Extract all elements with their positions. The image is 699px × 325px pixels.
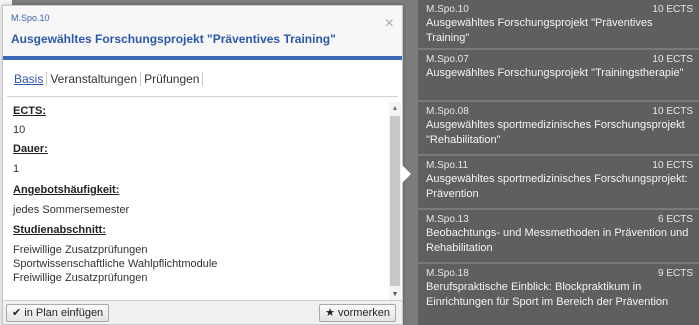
section-value: Sportwissenschaftliche Wahlpflichtmodule — [13, 258, 218, 270]
divider — [7, 96, 398, 97]
module-title: Ausgewähltes sportmedizinisches Forschun… — [426, 173, 688, 200]
module-item[interactable]: M.Spo.11 10 ECTS Ausgewähltes sportmediz… — [418, 156, 699, 208]
module-title: Ausgewähltes Forschungsprojekt "Präventi… — [11, 32, 336, 46]
section-label: Studienabschnitt: — [13, 224, 106, 236]
ects-label: ECTS: — [13, 105, 46, 117]
module-detail-popover: M.Spo.10 Ausgewähltes Forschungsprojekt … — [2, 5, 403, 325]
frequency-label: Angebotshäufigkeit: — [13, 184, 120, 196]
section-value: Freiwillige Zusatzprüfungen — [13, 244, 148, 256]
module-title: Berufspraktische Einblick: Blockpraktiku… — [426, 281, 669, 308]
module-item[interactable]: M.Spo.10 10 ECTS Ausgewähltes Forschungs… — [418, 0, 699, 48]
tab-basis[interactable]: Basis — [11, 72, 46, 86]
tab-bar: Basis Veranstaltungen Prüfungen — [11, 70, 204, 88]
scroll-down-icon[interactable]: ▼ — [389, 290, 401, 300]
module-ects: 9 ECTS — [657, 268, 693, 279]
check-icon: ✔ — [12, 307, 22, 319]
module-title: Ausgewähltes Forschungsprojekt "Präventi… — [426, 17, 653, 44]
tab-veranstaltungen[interactable]: Veranstaltungen — [46, 72, 141, 86]
scrollbar[interactable]: ▲ ▼ — [389, 102, 401, 302]
tab-pruefungen[interactable]: Prüfungen — [140, 72, 204, 86]
basis-content: ECTS: 10 Dauer: 1 Angebotshäufigkeit: je… — [13, 101, 378, 284]
module-item[interactable]: M.Spo.07 10 ECTS Ausgewähltes Forschungs… — [418, 50, 699, 100]
module-item[interactable]: M.Spo.08 10 ECTS Ausgewähltes sportmediz… — [418, 102, 699, 154]
module-ects: 6 ECTS — [657, 214, 693, 225]
section-value: Freiwillige Zusatzprüfungen — [13, 272, 148, 284]
ects-value: 10 — [13, 124, 26, 136]
module-code: M.Spo.10 — [11, 13, 50, 23]
module-ects: 10 ECTS — [652, 160, 693, 171]
module-item[interactable]: M.Spo.13 6 ECTS Beobachtungs- und Messme… — [418, 210, 699, 262]
module-list: M.Spo.10 10 ECTS Ausgewähltes Forschungs… — [418, 0, 699, 325]
module-ects: 10 ECTS — [652, 106, 693, 117]
module-title: Ausgewähltes Forschungsprojekt "Training… — [426, 67, 684, 79]
module-ects: 10 ECTS — [652, 54, 693, 65]
popover-header: M.Spo.10 Ausgewähltes Forschungsprojekt … — [3, 6, 402, 60]
scroll-thumb[interactable] — [390, 116, 400, 286]
bookmark-button[interactable]: ★ vormerken — [319, 304, 396, 322]
popover-pointer — [402, 165, 411, 183]
add-to-plan-label: in Plan einfügen — [24, 307, 104, 319]
module-title: Beobachtungs- und Messmethoden in Präven… — [426, 227, 689, 254]
module-title: Ausgewähltes sportmedizinisches Forschun… — [426, 119, 685, 146]
scroll-up-icon[interactable]: ▲ — [389, 104, 401, 114]
duration-label: Dauer: — [13, 143, 48, 155]
bookmark-label: vormerken — [338, 307, 390, 319]
popover-footer: ✔ in Plan einfügen ★ vormerken — [3, 300, 402, 324]
close-icon[interactable]: × — [385, 16, 394, 32]
frequency-value: jedes Sommersemester — [13, 204, 130, 216]
module-ects: 10 ECTS — [652, 4, 693, 15]
module-code: M.Spo.13 — [426, 214, 469, 225]
add-to-plan-button[interactable]: ✔ in Plan einfügen — [6, 304, 110, 322]
duration-value: 1 — [13, 163, 20, 175]
module-item[interactable]: M.Spo.18 9 ECTS Berufspraktische Einblic… — [418, 264, 699, 325]
star-icon: ★ — [325, 307, 335, 319]
module-code: M.Spo.18 — [426, 268, 469, 279]
